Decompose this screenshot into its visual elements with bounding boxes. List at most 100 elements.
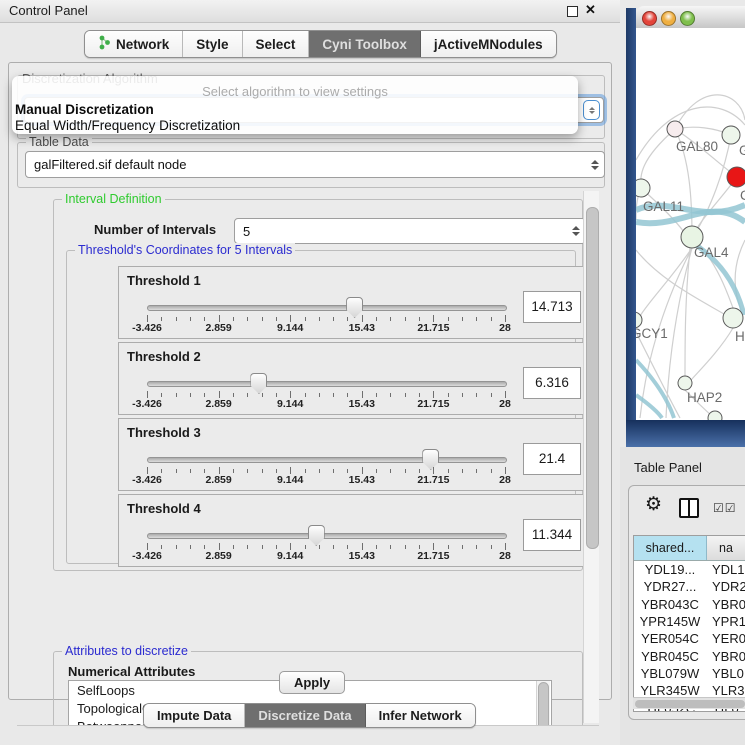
table-panel-body: ⚙ ☑☑ shared... na YDL19...YDL1YDR27...YD… [628,485,745,720]
cell-name: YBL0 [706,666,745,681]
network-node[interactable] [678,376,692,390]
cell-shared-name: YDL19... [634,562,706,577]
network-node-label: G [739,143,745,158]
network-node-label: GAL4 [694,245,729,260]
threshold-panel-1: Threshold 1 -3.4262.8599.14415.4321.71528… [118,266,599,339]
mac-minimize-button[interactable] [661,11,676,26]
threshold-panel-4: Threshold 4 -3.4262.8599.14415.4321.71528… [118,494,599,567]
network-window-bottom-border [626,420,745,447]
threshold-label: Threshold 4 [127,501,201,516]
table-header-row: shared... na [634,536,745,561]
float-window-icon[interactable] [567,6,578,17]
tab-discretize-data[interactable]: Discretize Data [245,704,365,727]
node-table[interactable]: shared... na YDL19...YDL1YDR27...YDR2YBR… [633,535,745,712]
cyni-mode-tabs: Impute DataDiscretize DataInfer Network [143,703,476,728]
column-header-shared-name[interactable]: shared... [634,536,707,560]
attributes-group-title: Attributes to discretize [62,644,191,658]
table-rows: YDL19...YDL1YDR27...YDR2YBR043CYBR0YPR14… [634,561,745,712]
table-horizontal-scrollbar[interactable] [633,697,745,709]
threshold-label: Threshold 1 [127,273,201,288]
cell-name: YBR0 [706,649,745,664]
tab-label: Select [256,37,296,52]
network-window-left-border [626,8,636,420]
table-row[interactable]: YBR045CYBR0 [634,647,745,664]
apply-button[interactable]: Apply [279,671,345,694]
column-header-name[interactable]: na [707,536,745,560]
split-columns-icon[interactable] [679,498,699,518]
mac-close-button[interactable] [642,11,657,26]
slider-scale-labels: -3.4262.8599.14415.4321.71528 [147,474,505,486]
network-node[interactable] [723,308,743,328]
network-node[interactable] [722,126,740,144]
table-row[interactable]: YPR145WYPR1 [634,613,745,630]
cell-shared-name: YDR27... [634,579,706,594]
slider-track[interactable] [147,381,507,387]
tab-label: jActiveMNodules [434,37,543,52]
table-row[interactable]: YER054CYER0 [634,630,745,647]
cell-name: YDR2 [706,579,745,594]
settings-vertical-scrollbar[interactable] [583,191,599,723]
threshold-value-field[interactable]: 21.4 [523,443,581,475]
tab-impute-data[interactable]: Impute Data [144,704,245,727]
cell-shared-name: YPR145W [634,614,706,629]
attributes-list-scrollbar[interactable] [536,681,550,726]
numerical-attributes-label: Numerical Attributes [68,664,195,679]
threshold-panel-2: Threshold 2-3.4262.8599.14415.4321.71528… [118,342,599,415]
network-node[interactable] [708,411,722,420]
network-node[interactable] [667,121,683,137]
algorithm-placeholder: Select algorithm to view settings [12,84,578,99]
cell-shared-name: YBL079W [634,666,706,681]
cell-shared-name: YBR043C [634,597,706,612]
close-icon[interactable]: ✕ [585,2,596,18]
table-row[interactable]: YDR27...YDR2 [634,578,745,595]
network-node-label: C [740,188,745,203]
tab-label: Cyni Toolbox [322,37,407,52]
control-panel-titlebar: Control Panel ✕ [0,0,620,23]
cell-name: YLR3 [706,683,745,698]
tab-select[interactable]: Select [243,31,310,57]
table-panel-title: Table Panel [634,460,702,475]
interval-definition-group: Interval Definition Number of Intervals … [53,199,583,571]
threshold-value-field[interactable]: 14.713 [523,291,581,323]
tab-label: Network [116,37,169,52]
network-window-titlebar[interactable] [636,6,745,29]
slider-track[interactable] [147,533,507,539]
settings-scroll-region: Interval Definition Number of Intervals … [17,189,599,726]
cell-name: YBR0 [706,597,745,612]
tab-style[interactable]: Style [183,31,242,57]
table-row[interactable]: YDL19...YDL1 [634,561,745,578]
table-row[interactable]: YBR043CYBR0 [634,596,745,613]
network-node-label: HAP2 [687,390,722,405]
threshold-value-field[interactable]: 11.344 [523,519,581,551]
algorithm-option[interactable]: Equal Width/Frequency Discretization [15,118,240,133]
network-canvas[interactable]: GAL80GAL11GAL4GCY1HAP2GCH [636,28,745,420]
cell-name: YER0 [706,631,745,646]
network-node[interactable] [636,179,650,197]
slider-scale-labels: -3.4262.8599.14415.4321.71528 [147,322,505,334]
table-row[interactable]: YBL079WYBL0 [634,665,745,682]
algorithm-option[interactable]: Manual Discretization [15,102,154,117]
slider-track[interactable] [147,305,507,311]
network-node-label: GAL11 [643,199,684,214]
spinner-arrows-icon [591,160,599,170]
cell-name: YDL1 [706,562,745,577]
threshold-value-field[interactable]: 6.316 [523,367,581,399]
tab-cyni-toolbox[interactable]: Cyni Toolbox [309,31,421,57]
slider-scale-labels: -3.4262.8599.14415.4321.71528 [147,550,505,562]
gear-icon[interactable]: ⚙ [645,493,662,516]
network-node-label: GCY1 [636,326,668,341]
mac-zoom-button[interactable] [680,11,695,26]
tab-infer-network[interactable]: Infer Network [366,704,475,727]
checkboxes-icon[interactable]: ☑☑ [713,501,737,515]
threshold-label: Threshold 2 [127,349,201,364]
spinner-arrows-icon [583,100,600,120]
slider-track[interactable] [147,457,507,463]
threshold-panel-3: Threshold 3 -3.4262.8599.14415.4321.71528… [118,418,599,491]
threshold-label: Threshold 3 [127,425,201,440]
cell-name: YPR1 [706,614,745,629]
network-icon [98,35,111,53]
tab-jactivemnodules[interactable]: jActiveMNodules [421,31,556,57]
tab-network[interactable]: Network [85,31,183,57]
table-data-combobox[interactable]: galFiltered.sif default node [25,151,605,178]
network-node[interactable] [727,167,745,187]
